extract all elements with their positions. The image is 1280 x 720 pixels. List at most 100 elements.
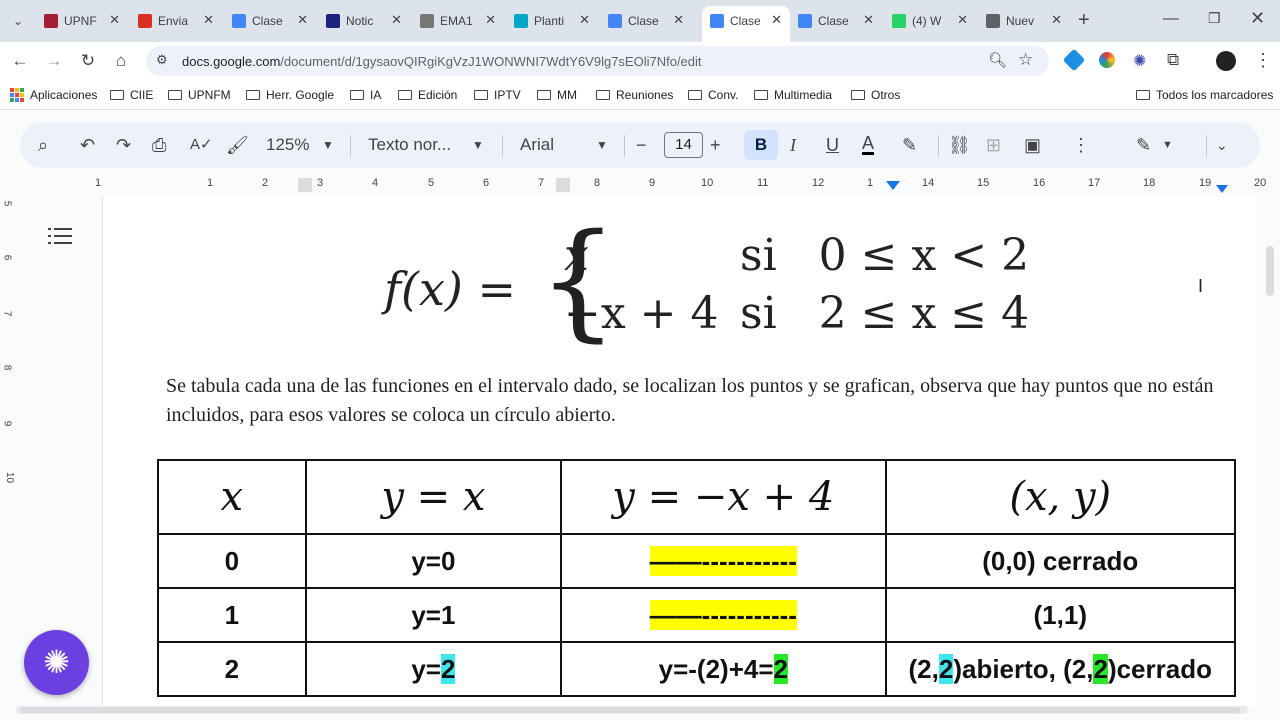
browser-tab[interactable]: UPNF ✕ — [36, 6, 128, 36]
redo-icon[interactable]: ↷ — [116, 133, 131, 157]
bookmark-item[interactable]: MM — [537, 88, 577, 102]
tabulation-table[interactable]: x y = x y = −x + 4 (x, y) 0 y=0 ——------… — [157, 459, 1236, 697]
cell-y2[interactable]: y=-(2)+4=2 — [560, 641, 887, 697]
browser-tab[interactable]: Envia ✕ — [130, 6, 222, 36]
forward-icon[interactable]: → — [44, 51, 64, 71]
reload-icon[interactable]: ↻ — [78, 51, 98, 71]
chevron-down-icon[interactable]: ▼ — [596, 133, 608, 157]
close-tab-icon[interactable]: ✕ — [391, 13, 402, 27]
chevron-down-icon[interactable]: ▼ — [472, 133, 484, 157]
cell-x[interactable]: 2 — [157, 641, 307, 697]
browser-tab[interactable]: Clase ✕ — [702, 6, 790, 42]
extension-color-icon[interactable] — [1099, 52, 1115, 68]
browser-tab[interactable]: Nuev ✕ — [978, 6, 1070, 36]
back-icon[interactable]: ← — [10, 51, 30, 71]
increase-font-size-icon[interactable]: + — [710, 133, 721, 157]
cell-y1[interactable]: y=2 — [304, 641, 563, 697]
text-color-button[interactable]: A — [862, 133, 875, 155]
chevron-down-icon[interactable]: ▼ — [322, 133, 334, 157]
profile-avatar[interactable] — [1216, 51, 1236, 71]
close-tab-icon[interactable]: ✕ — [297, 13, 308, 27]
bookmark-item[interactable]: Multimedia — [754, 88, 832, 102]
omnibox[interactable]: ⚙ docs.google.com/document/d/1gysaovQIRg… — [146, 46, 1049, 76]
bold-button[interactable]: B — [744, 130, 778, 160]
close-tab-icon[interactable]: ✕ — [579, 13, 590, 27]
extension-spider-icon[interactable]: ✺ — [1133, 51, 1146, 71]
new-tab-icon[interactable]: + — [1078, 9, 1090, 32]
browser-tab[interactable]: Clase ✕ — [600, 6, 692, 36]
bookmark-item[interactable]: Edición — [398, 88, 457, 102]
close-tab-icon[interactable]: ✕ — [957, 13, 968, 27]
cell-point[interactable]: (2,2)abierto, (2,2)cerrado — [884, 641, 1236, 697]
bookmark-item[interactable]: CIIE — [110, 88, 153, 102]
browser-tab[interactable]: Notic ✕ — [318, 6, 410, 36]
link-icon[interactable]: ⛓︎ — [948, 133, 971, 157]
browser-menu-icon[interactable]: ⋮ — [1254, 50, 1272, 71]
bookmark-item[interactable]: IA — [350, 88, 381, 102]
editing-mode-pencil-icon[interactable]: ✎ — [1136, 133, 1151, 157]
url-text[interactable]: docs.google.com/document/d/1gysaovQIRgiK… — [182, 54, 702, 69]
cell-x[interactable]: 0 — [157, 533, 307, 589]
bookmark-item[interactable]: Reuniones — [596, 88, 673, 102]
close-tab-icon[interactable]: ✕ — [485, 13, 496, 27]
bookmark-item[interactable]: Herr. Google — [246, 88, 334, 102]
browser-tab[interactable]: EMA1 ✕ — [412, 6, 504, 36]
cell-y1[interactable]: y=1 — [304, 587, 563, 643]
cell-y2[interactable]: ——----------- — [560, 587, 887, 643]
right-margin-marker[interactable] — [1216, 185, 1228, 193]
bookmark-item[interactable]: UPNFM — [168, 88, 231, 102]
extension-diamond-icon[interactable] — [1062, 48, 1086, 72]
extensions-puzzle-icon[interactable]: ⧉ — [1167, 50, 1179, 70]
left-margin-marker[interactable] — [298, 178, 312, 192]
minimize-icon[interactable]: — — [1163, 10, 1179, 28]
paragraph-style-select[interactable]: Texto nor... — [368, 135, 451, 155]
decrease-font-size-icon[interactable]: − — [636, 133, 647, 157]
spellcheck-icon[interactable]: A✓ — [190, 133, 213, 157]
bookmark-item[interactable]: Aplicaciones — [10, 88, 97, 102]
body-paragraph[interactable]: Se tabula cada una de las funciones en e… — [166, 372, 1246, 430]
vertical-scrollbar[interactable] — [1266, 246, 1274, 296]
search-menus-icon[interactable]: ⌕ — [38, 133, 48, 157]
underline-button[interactable]: U — [826, 133, 839, 157]
cell-y1[interactable]: y=0 — [304, 533, 563, 589]
close-tab-icon[interactable]: ✕ — [771, 13, 782, 27]
cell-point[interactable]: (0,0) cerrado — [884, 533, 1236, 589]
close-tab-icon[interactable]: ✕ — [109, 13, 120, 27]
highlight-pen-icon[interactable]: ✎ — [902, 133, 917, 157]
italic-button[interactable]: I — [790, 133, 796, 157]
tab-search-icon[interactable]: ⌄ — [8, 11, 28, 31]
paint-format-icon[interactable]: 🖌︎ — [226, 133, 249, 157]
bookmark-item[interactable]: Otros — [851, 88, 900, 102]
browser-tab[interactable]: Planti ✕ — [506, 6, 598, 36]
tab-stop-marker[interactable] — [556, 178, 570, 192]
font-select[interactable]: Arial — [520, 135, 554, 155]
close-tab-icon[interactable]: ✕ — [673, 13, 684, 27]
close-tab-icon[interactable]: ✕ — [203, 13, 214, 27]
indent-marker[interactable] — [886, 181, 900, 190]
close-tab-icon[interactable]: ✕ — [1051, 13, 1062, 27]
collapse-toolbar-chevron-icon[interactable]: ⌄ — [1216, 133, 1228, 157]
cell-x[interactable]: 1 — [157, 587, 307, 643]
restore-icon[interactable]: ❐ — [1208, 10, 1221, 27]
horizontal-scrollbar-thumb[interactable] — [20, 707, 1240, 713]
bookmark-item[interactable]: IPTV — [474, 88, 521, 102]
browser-tab[interactable]: Clase ✕ — [224, 6, 316, 36]
cell-point[interactable]: (1,1) — [884, 587, 1236, 643]
close-tab-icon[interactable]: ✕ — [863, 13, 874, 27]
browser-tab[interactable]: Clase ✕ — [790, 6, 882, 36]
assistant-gear-icon[interactable]: ✺ — [24, 630, 89, 695]
font-size-input[interactable]: 14 — [664, 132, 703, 158]
bookmark-star-icon[interactable]: ☆ — [1018, 50, 1033, 70]
print-icon[interactable]: ⎙ — [152, 133, 166, 157]
add-comment-icon[interactable]: ⊞ — [986, 133, 1001, 157]
zoom-select[interactable]: 125% — [266, 135, 309, 155]
all-bookmarks[interactable]: Todos los marcadores — [1136, 88, 1273, 102]
chevron-down-icon[interactable]: ▼ — [1162, 133, 1173, 157]
site-info-icon[interactable]: ⚙ — [156, 52, 168, 68]
cell-y2[interactable]: ——----------- — [560, 533, 887, 589]
insert-image-icon[interactable]: ▣ — [1024, 133, 1041, 157]
browser-tab[interactable]: (4) W ✕ — [884, 6, 976, 36]
more-options-icon[interactable]: ⋮ — [1072, 133, 1090, 157]
horizontal-scrollbar[interactable] — [16, 706, 1248, 714]
document-outline-icon[interactable] — [48, 226, 72, 246]
